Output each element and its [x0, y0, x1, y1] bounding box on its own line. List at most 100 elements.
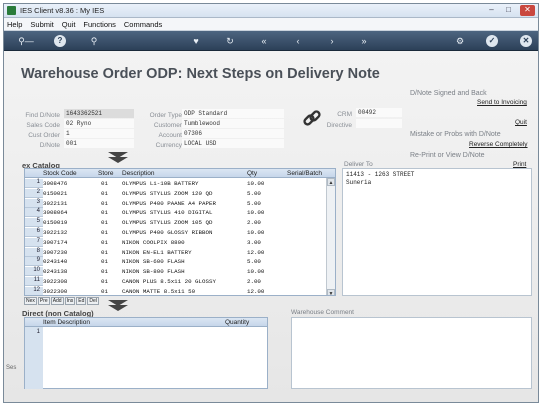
- col-description[interactable]: Description: [122, 170, 155, 177]
- col-stock-code[interactable]: Stock Code: [43, 170, 77, 177]
- dnote-label: D/Note: [39, 142, 60, 149]
- stock-code-cell: 3007230: [43, 248, 68, 256]
- chevron-down-icon: [108, 152, 128, 163]
- order-type-field[interactable]: ODP Standard: [182, 109, 284, 118]
- table-row[interactable]: 2 0150021 01 OLYMPUS STYLUS ZOOM 120 QD 5.00: [25, 188, 327, 198]
- refresh-icon[interactable]: ↻: [224, 35, 236, 47]
- reprint-title: Re-Print or View D/Note: [410, 152, 485, 159]
- col-quantity[interactable]: Quantity: [225, 319, 249, 326]
- col-item-description[interactable]: Item Description: [43, 319, 90, 326]
- ok-check-icon[interactable]: ✓: [486, 35, 498, 47]
- maximize-icon[interactable]: □: [501, 5, 516, 16]
- send-to-invoicing-link[interactable]: Send to Invoicing: [477, 99, 527, 106]
- stock-code-cell: 0150021: [43, 189, 68, 197]
- table-row[interactable]: 4 3008064 01 OLYMPUS STYLUS 410 DIGITAL 10.0…: [25, 208, 327, 218]
- tab-add[interactable]: Add: [50, 297, 64, 305]
- customer-label: Customer: [153, 122, 182, 129]
- col-qty[interactable]: Qty: [247, 170, 257, 177]
- scroll-up-icon[interactable]: ▲: [327, 178, 335, 186]
- table-row[interactable]: 5 0150019 01 OLYMPUS STYLUS ZOOM 105 QD 2.00: [25, 218, 327, 228]
- tab-edit[interactable]: Ed: [76, 297, 87, 305]
- reverse-completely-link[interactable]: Reverse Completely: [469, 141, 528, 148]
- directive-field[interactable]: [356, 119, 402, 128]
- ex-catalog-header: Stock Code Store Description Qty Serial/…: [25, 169, 335, 178]
- menu-bar: Help Submit Quit Functions Commands: [4, 18, 538, 31]
- store-cell: 01: [101, 278, 108, 285]
- app-logo-icon: [7, 6, 16, 15]
- description-cell: CANON MATTE 8.5x11 50: [122, 287, 196, 295]
- previous-icon[interactable]: ‹: [292, 35, 304, 47]
- cancel-x-icon[interactable]: ✕: [520, 35, 532, 47]
- scroll-down-icon[interactable]: ▼: [327, 289, 335, 295]
- qty-cell: 12.00: [247, 248, 265, 256]
- favorite-heart-icon[interactable]: ♥: [190, 35, 202, 47]
- description-cell: OLYMPUS P400 GLOSSY RIBBON: [122, 229, 213, 236]
- stock-code-cell: 3008476: [43, 180, 68, 187]
- account-field[interactable]: 07306: [182, 129, 284, 138]
- direct-header: Item Description Quantity: [25, 318, 267, 327]
- tab-previous[interactable]: Pre: [37, 297, 50, 305]
- help-icon[interactable]: ?: [54, 35, 66, 47]
- warehouse-comment-box[interactable]: [291, 317, 532, 389]
- cust-order-field[interactable]: 1: [64, 129, 134, 138]
- last-page-icon[interactable]: »: [358, 35, 370, 47]
- tab-insert[interactable]: Ins: [64, 297, 76, 305]
- warehouse-comment-label: Warehouse Comment: [291, 309, 354, 316]
- menu-quit[interactable]: Quit: [59, 18, 79, 31]
- table-row[interactable]: 12 3022300 01 CANON MATTE 8.5x11 50 12.00: [25, 286, 327, 295]
- qty-cell: 10.00: [247, 229, 265, 236]
- first-page-icon[interactable]: «: [258, 35, 270, 47]
- table-row[interactable]: 6 3022132 01 OLYMPUS P400 GLOSSY RIBBON 10.0…: [25, 228, 327, 237]
- stock-code-cell: 0150019: [43, 219, 68, 227]
- sales-code-field[interactable]: 02 Ryno: [64, 119, 134, 128]
- qty-cell: 10.00: [247, 268, 265, 276]
- ex-catalog-scrollbar[interactable]: ▲ ▼: [326, 178, 335, 295]
- table-row[interactable]: 8 3007230 01 NIKON EN-EL1 BATTERY 12.00: [25, 247, 327, 257]
- tab-next[interactable]: Nex: [24, 297, 37, 305]
- crm-field[interactable]: 00492: [356, 108, 402, 117]
- deliver-to-box[interactable]: 11413 - 1263 STREET Suneria: [342, 168, 532, 296]
- currency-field[interactable]: LOCAL USD: [182, 139, 284, 148]
- store-cell: 01: [101, 248, 108, 256]
- stock-code-cell: 3022300: [43, 287, 68, 295]
- table-row[interactable]: 7 3007174 01 NIKON COOLPIX 8800 3.00: [25, 237, 327, 247]
- quit-link[interactable]: Quit: [515, 119, 527, 126]
- description-cell: NIKON EN-EL1 BATTERY: [122, 248, 192, 256]
- print-link[interactable]: Print: [513, 161, 526, 168]
- qty-cell: 2.00: [247, 278, 261, 285]
- dnote-field[interactable]: 001: [64, 139, 134, 148]
- col-store[interactable]: Store: [98, 170, 114, 177]
- qty-cell: 3.00: [247, 238, 261, 246]
- stock-code-cell: 0243138: [43, 268, 68, 276]
- tab-delete[interactable]: Del: [87, 297, 99, 305]
- chevron-down-icon: [108, 300, 128, 311]
- close-icon[interactable]: ✕: [520, 5, 535, 16]
- col-serial-batch[interactable]: Serial/Batch: [287, 170, 322, 177]
- menu-commands[interactable]: Commands: [121, 18, 165, 31]
- table-row[interactable]: 10 0243138 01 NIKON SB-800 FLASH 10.00: [25, 267, 327, 277]
- menu-help[interactable]: Help: [4, 18, 25, 31]
- table-row[interactable]: 1 3008476 01 OLYMPUS Li-10B BATTERY 10.00: [25, 179, 327, 188]
- qty-cell: 5.00: [247, 199, 261, 207]
- next-icon[interactable]: ›: [326, 35, 338, 47]
- qty-cell: 5.00: [247, 258, 261, 266]
- row-number: 3: [25, 198, 43, 208]
- menu-functions[interactable]: Functions: [80, 18, 119, 31]
- menu-submit[interactable]: Submit: [27, 18, 56, 31]
- page-title: Warehouse Order ODP: Next Steps on Deliv…: [21, 66, 380, 82]
- key-icon[interactable]: ⚲—: [16, 35, 36, 47]
- customer-field[interactable]: Tumblewood: [182, 119, 284, 128]
- store-cell: 01: [101, 229, 108, 236]
- order-type-label: Order Type: [149, 112, 182, 119]
- minimize-icon[interactable]: –: [484, 5, 499, 16]
- table-row[interactable]: 3 3022131 01 OLYMPUS P400 PAANE A4 PAPER 5.0…: [25, 198, 327, 208]
- row-number: 12: [25, 286, 43, 295]
- table-row[interactable]: 9 0243140 01 NIKON SB-600 FLASH 5.00: [25, 257, 327, 267]
- table-row[interactable]: 11 3022308 01 CANON PLUS 8.5x11 20 GLOSSY 2.…: [25, 277, 327, 286]
- row-number: 5: [25, 218, 43, 228]
- stock-code-cell: 3007174: [43, 238, 68, 246]
- search-icon[interactable]: ⚲: [88, 35, 100, 47]
- qty-cell: 12.00: [247, 287, 265, 295]
- settings-gear-icon[interactable]: ⚙: [454, 35, 466, 47]
- find-dnote-field[interactable]: 1643362521: [64, 109, 134, 118]
